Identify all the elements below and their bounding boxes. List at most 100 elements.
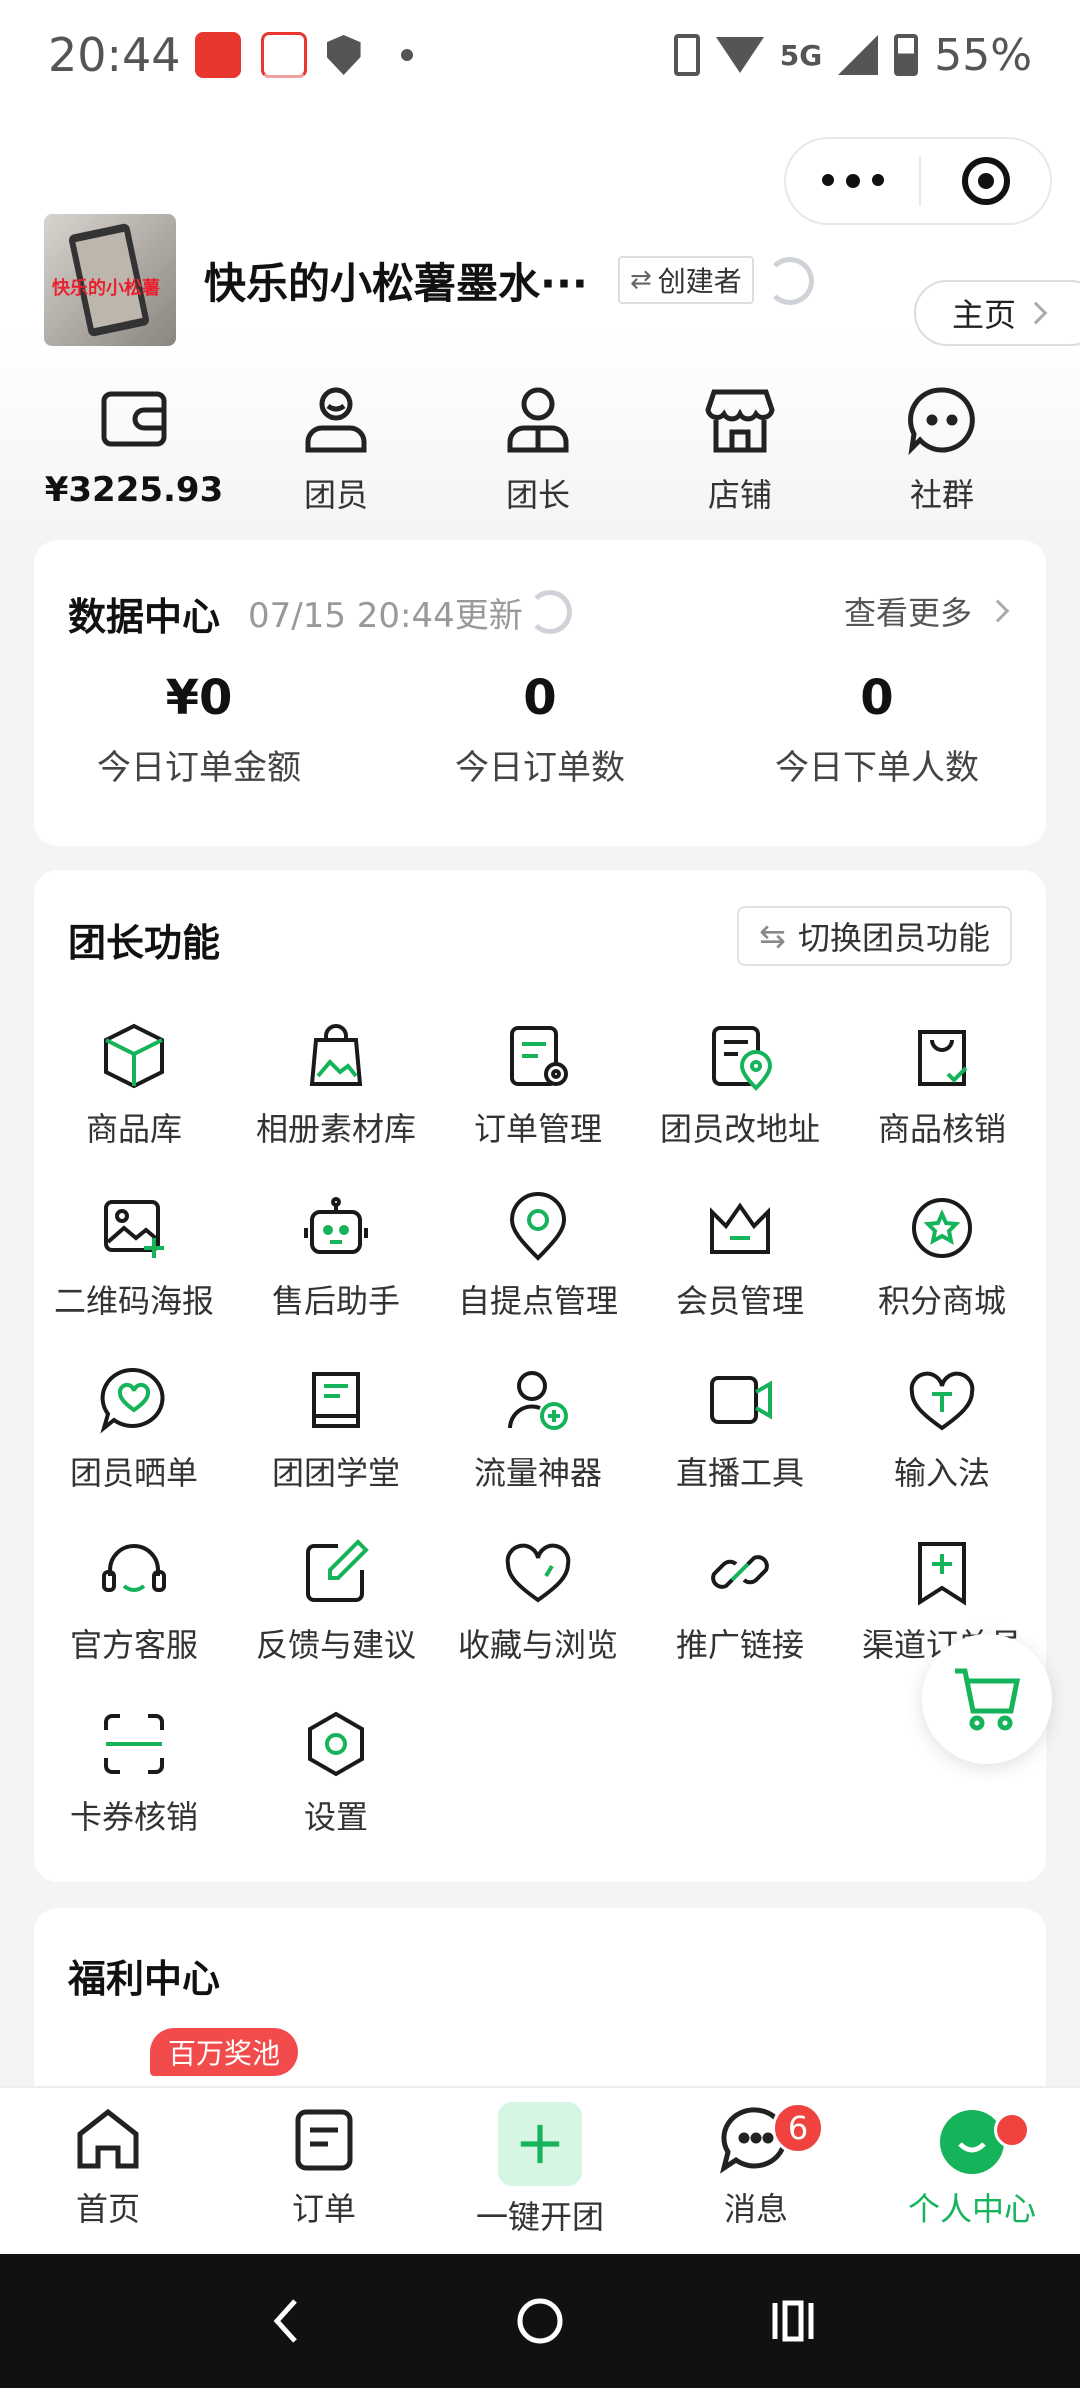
see-more-label: 查看更多 [843, 594, 972, 632]
leader-functions-title: 团长功能 [68, 921, 221, 965]
func-official-support[interactable]: 官方客服 [34, 1536, 234, 1666]
home-icon [77, 2108, 139, 2169]
tab-label: 消息 [723, 2190, 788, 2228]
crown-icon [710, 1202, 770, 1254]
link-icon [711, 1555, 769, 1589]
func-label: 会员管理 [675, 1282, 804, 1320]
home-button[interactable]: 主页 [914, 280, 1080, 346]
chevron-right-icon [986, 599, 1010, 623]
func-label: 自提点管理 [457, 1282, 618, 1320]
quick-entry-label: 团长 [505, 476, 570, 514]
func-member-address-change[interactable]: 团员改地址 [640, 1020, 840, 1150]
quick-entry-label: 店铺 [707, 476, 772, 514]
func-label: 反馈与建议 [255, 1626, 416, 1664]
tab-messages[interactable]: 消息 6 [648, 2102, 864, 2230]
system-navigation-bar [0, 2254, 1080, 2388]
heart-text-icon [909, 1371, 975, 1431]
floating-cart-button[interactable] [922, 1634, 1052, 1764]
store-icon [705, 389, 775, 453]
tab-home[interactable]: 首页 [0, 2102, 216, 2230]
stat-value: ¥0 [165, 670, 233, 726]
func-promo-link[interactable]: 推广链接 [640, 1536, 840, 1666]
func-member-showcase[interactable]: 团员晒单 [34, 1364, 234, 1494]
data-center-card: 数据中心 07/15 20:44更新 查看更多 ¥0 今日订单金额 0 今日订单… [34, 540, 1046, 846]
order-manage-icon [510, 1026, 568, 1086]
qr-poster-icon [104, 1200, 164, 1258]
func-traffic-booster[interactable]: 流量神器 [438, 1364, 638, 1494]
refresh-icon[interactable] [766, 257, 814, 305]
see-more-link[interactable]: 查看更多 [843, 588, 1010, 634]
func-album-library[interactable]: 相册素材库 [236, 1020, 436, 1150]
bookmark-plus-icon [918, 1542, 966, 1606]
status-time: 20:44 [48, 28, 181, 82]
avatar[interactable]: 快乐的小松薯 [44, 214, 176, 346]
func-label: 商品库 [85, 1110, 182, 1148]
func-label: 设置 [303, 1798, 368, 1836]
tab-profile[interactable]: 个人中心 [864, 2102, 1080, 2230]
welfare-title: 福利中心 [68, 1957, 221, 2001]
func-member-management[interactable]: 会员管理 [640, 1192, 840, 1322]
tab-one-click-group[interactable]: 一键开团 [432, 2102, 648, 2238]
scan-icon [104, 1714, 164, 1774]
func-label: 团员改地址 [659, 1110, 820, 1148]
func-label: 售后助手 [271, 1282, 400, 1320]
signal-icon [838, 35, 879, 75]
func-qr-poster[interactable]: 二维码海报 [34, 1192, 234, 1322]
leader-functions-card: 团长功能 ⇆ 切换团员功能 商品库 相册素材库 订单管理 团员改地址 商品核销 [34, 870, 1046, 1882]
func-label: 二维码海报 [53, 1282, 214, 1320]
avatar-text: 快乐的小松薯 [52, 278, 160, 299]
func-settings[interactable]: 设置 [236, 1708, 436, 1838]
battery-icon [894, 34, 919, 76]
more-menu-icon[interactable] [786, 174, 919, 188]
func-input-method[interactable]: 输入法 [842, 1364, 1042, 1494]
func-pickup-point-management[interactable]: 自提点管理 [438, 1192, 638, 1322]
headset-icon [102, 1544, 166, 1592]
quick-entries: ¥3225.93 团员 团长 店铺 社群 [0, 380, 1080, 530]
func-live-tools[interactable]: 直播工具 [640, 1364, 840, 1494]
quick-entry-leader[interactable]: 团长 [438, 380, 638, 516]
func-label: 输入法 [893, 1454, 990, 1492]
func-product-verification[interactable]: 商品核销 [842, 1020, 1042, 1150]
prize-pool-badge[interactable]: 百万奖池 [150, 2028, 299, 2076]
func-coupon-verification[interactable]: 卡券核销 [34, 1708, 234, 1838]
func-group-academy[interactable]: 团团学堂 [236, 1364, 436, 1494]
notification-dot-icon [994, 2112, 1030, 2148]
func-label: 订单管理 [473, 1110, 602, 1148]
tab-orders[interactable]: 订单 [216, 2102, 432, 2230]
func-after-sales-assistant[interactable]: 售后助手 [236, 1192, 436, 1322]
order-icon [295, 2109, 353, 2171]
notification-dot-icon [400, 49, 413, 61]
func-order-management[interactable]: 订单管理 [438, 1020, 638, 1150]
switch-member-functions-button[interactable]: ⇆ 切换团员功能 [737, 906, 1012, 966]
miniprogram-capsule [784, 137, 1052, 225]
func-label: 推广链接 [675, 1626, 804, 1664]
stat-label: 今日下单人数 [775, 748, 979, 788]
func-feedback[interactable]: 反馈与建议 [236, 1536, 436, 1666]
func-points-mall[interactable]: 积分商城 [842, 1192, 1042, 1322]
role-tag[interactable]: ⇄ 创建者 [618, 256, 754, 304]
func-label: 团团学堂 [271, 1454, 400, 1492]
data-center-title: 数据中心 [68, 595, 221, 639]
home-circle-icon[interactable] [510, 2291, 570, 2351]
update-time: 07/15 20:44更新 [248, 596, 523, 636]
quick-entry-community[interactable]: 社群 [842, 380, 1042, 516]
back-icon[interactable] [257, 2291, 317, 2351]
stat-today-amount[interactable]: ¥0 今日订单金额 [34, 670, 364, 789]
func-label: 官方客服 [69, 1626, 198, 1664]
stat-today-buyers[interactable]: 0 今日下单人数 [712, 670, 1042, 789]
quick-entry-members[interactable]: 团员 [236, 380, 436, 516]
app-notification-icon [194, 32, 241, 78]
refresh-icon[interactable] [528, 590, 572, 634]
welfare-center-card: 福利中心 百万奖池 [34, 1908, 1046, 2108]
plus-icon [498, 2102, 582, 2186]
recent-apps-icon[interactable] [763, 2291, 823, 2351]
status-bar: 20:44 5G 55% [0, 0, 1080, 110]
func-product-library[interactable]: 商品库 [34, 1020, 234, 1150]
quick-entry-store[interactable]: 店铺 [640, 380, 840, 516]
tab-label: 订单 [291, 2190, 356, 2228]
stat-today-orders[interactable]: 0 今日订单数 [375, 670, 705, 789]
close-miniprogram-icon[interactable] [921, 157, 1050, 205]
stat-value: 0 [523, 670, 557, 726]
quick-entry-wallet[interactable]: ¥3225.93 [34, 380, 234, 510]
func-favorites-history[interactable]: 收藏与浏览 [438, 1536, 638, 1666]
